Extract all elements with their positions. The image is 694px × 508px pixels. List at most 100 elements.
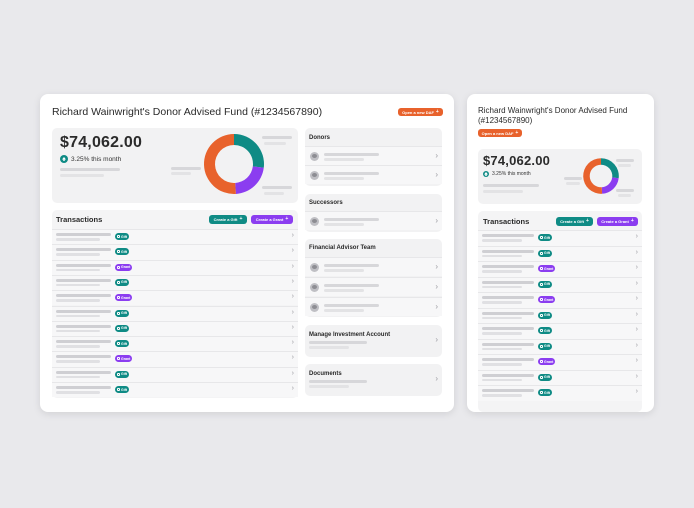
placeholder-line	[56, 283, 100, 287]
growth-text: 3.25% this month	[492, 171, 531, 177]
gift-badge: Gift	[115, 233, 130, 240]
gift-badge: Gift	[538, 373, 553, 381]
advisor-row[interactable]: ›	[305, 297, 442, 316]
grant-badge: Grant	[538, 296, 556, 303]
placeholder-line	[324, 153, 379, 156]
transaction-row[interactable]: Grant ›	[52, 290, 298, 306]
badge-label: Gift	[121, 341, 128, 346]
badge-label: Gift	[544, 390, 551, 395]
transaction-row[interactable]: Gift ›	[478, 245, 642, 261]
placeholder-line	[56, 278, 111, 282]
transaction-row[interactable]: Gift ›	[52, 366, 298, 382]
placeholder-line	[324, 172, 379, 175]
grant-badge: Grant	[115, 294, 133, 302]
create-gift-button[interactable]: Create a Gift +	[209, 215, 247, 224]
transaction-row[interactable]: Gift ›	[52, 274, 298, 291]
transaction-row[interactable]: Grant ›	[478, 261, 642, 277]
create-gift-button-mobile[interactable]: Create a Gift +	[556, 217, 593, 226]
successor-row[interactable]: ›	[305, 211, 442, 230]
gift-badge: Gift	[115, 309, 130, 317]
desktop-fund-card: Richard Wainwright's Donor Advised Fund …	[40, 94, 454, 412]
transaction-row[interactable]: Grant ›	[52, 351, 298, 367]
transaction-row[interactable]: Gift ›	[478, 369, 642, 385]
transaction-row[interactable]: Grant ›	[52, 259, 298, 275]
open-daf-button[interactable]: Open a new DAF +	[398, 108, 443, 116]
create-grant-label: Create a Grant	[255, 217, 284, 222]
gift-icon	[540, 282, 543, 286]
gift-badge: Gift	[115, 278, 130, 286]
transaction-row[interactable]: Gift ›	[478, 338, 642, 354]
chevron-right-icon: ›	[291, 277, 294, 285]
advisor-team-panel: Financial Advisor Team › › ›	[305, 239, 442, 317]
create-grant-button-mobile[interactable]: Create a Grant +	[597, 217, 638, 226]
plus-icon: +	[285, 216, 289, 222]
placeholder-line	[264, 142, 286, 145]
donors-title: Donors	[309, 135, 330, 141]
transaction-row[interactable]: Gift ›	[52, 382, 298, 398]
transaction-row[interactable]: Gift ›	[478, 307, 642, 323]
chevron-right-icon: ›	[635, 279, 638, 287]
chevron-right-icon: ›	[291, 339, 294, 347]
transaction-row[interactable]: Gift ›	[52, 320, 298, 337]
placeholder-line	[482, 311, 534, 315]
donor-row[interactable]: ›	[305, 146, 442, 165]
placeholder-line	[309, 385, 349, 388]
transaction-row[interactable]: Gift ›	[478, 276, 642, 292]
grant-badge: Grant	[538, 358, 556, 365]
growth-indicator: 3.25% this month	[483, 171, 531, 177]
gift-badge: Gift	[538, 389, 553, 396]
gift-icon	[540, 329, 543, 332]
transaction-row[interactable]: Grant ›	[478, 354, 642, 370]
transaction-row[interactable]: Grant ›	[478, 292, 642, 308]
chevron-right-icon: ›	[291, 385, 294, 392]
gift-icon	[117, 280, 120, 284]
gift-icon	[117, 235, 120, 238]
transaction-row[interactable]: Gift ›	[52, 336, 298, 352]
chevron-right-icon: ›	[635, 357, 638, 364]
badge-label: Gift	[121, 326, 128, 331]
gift-icon	[540, 236, 543, 239]
fund-title: Richard Wainwright's Donor Advised Fund …	[52, 106, 323, 118]
open-daf-button-mobile[interactable]: Open a new DAF +	[478, 129, 522, 137]
gift-badge: Gift	[538, 280, 553, 288]
transaction-row[interactable]: Gift ›	[52, 305, 298, 321]
transaction-row[interactable]: Gift ›	[52, 244, 298, 260]
badge-label: Gift	[544, 375, 551, 379]
gift-icon	[117, 388, 120, 391]
avatar-icon	[310, 171, 319, 180]
chevron-right-icon: ›	[635, 248, 638, 256]
placeholder-line	[56, 268, 100, 272]
create-grant-button[interactable]: Create a Grant +	[251, 215, 293, 224]
chevron-right-icon: ›	[435, 216, 438, 225]
growth-text: 3.25% this month	[71, 155, 122, 163]
transaction-row[interactable]: Gift ›	[52, 229, 298, 245]
placeholder-line	[482, 316, 522, 319]
placeholder-line	[324, 158, 364, 161]
grant-icon	[117, 357, 120, 361]
placeholder-line	[482, 394, 522, 397]
donor-row[interactable]: ›	[305, 165, 442, 184]
chevron-right-icon: ›	[635, 295, 638, 302]
avatar-icon	[310, 283, 319, 292]
transaction-row[interactable]: Gift ›	[478, 385, 642, 401]
successors-title: Successors	[309, 200, 343, 206]
placeholder-line	[56, 355, 111, 359]
advisor-row[interactable]: ›	[305, 277, 442, 296]
transaction-row[interactable]: Gift ›	[478, 323, 642, 339]
chevron-right-icon: ›	[291, 369, 294, 377]
create-grant-label: Create a Grant	[601, 219, 629, 224]
chevron-right-icon: ›	[291, 308, 294, 316]
advisor-team-title: Financial Advisor Team	[309, 245, 376, 251]
placeholder-line	[56, 386, 111, 389]
transaction-row[interactable]: Gift ›	[478, 230, 642, 246]
gift-icon	[540, 313, 543, 317]
investment-account-panel[interactable]: Manage Investment Account ›	[305, 325, 442, 357]
badge-label: Gift	[544, 235, 551, 240]
placeholder-line	[309, 380, 367, 383]
placeholder-line	[56, 340, 111, 344]
documents-panel[interactable]: Documents ›	[305, 364, 442, 396]
placeholder-line	[482, 363, 522, 366]
advisor-row[interactable]: ›	[305, 257, 442, 276]
placeholder-line	[171, 172, 191, 175]
chevron-right-icon: ›	[435, 302, 438, 311]
